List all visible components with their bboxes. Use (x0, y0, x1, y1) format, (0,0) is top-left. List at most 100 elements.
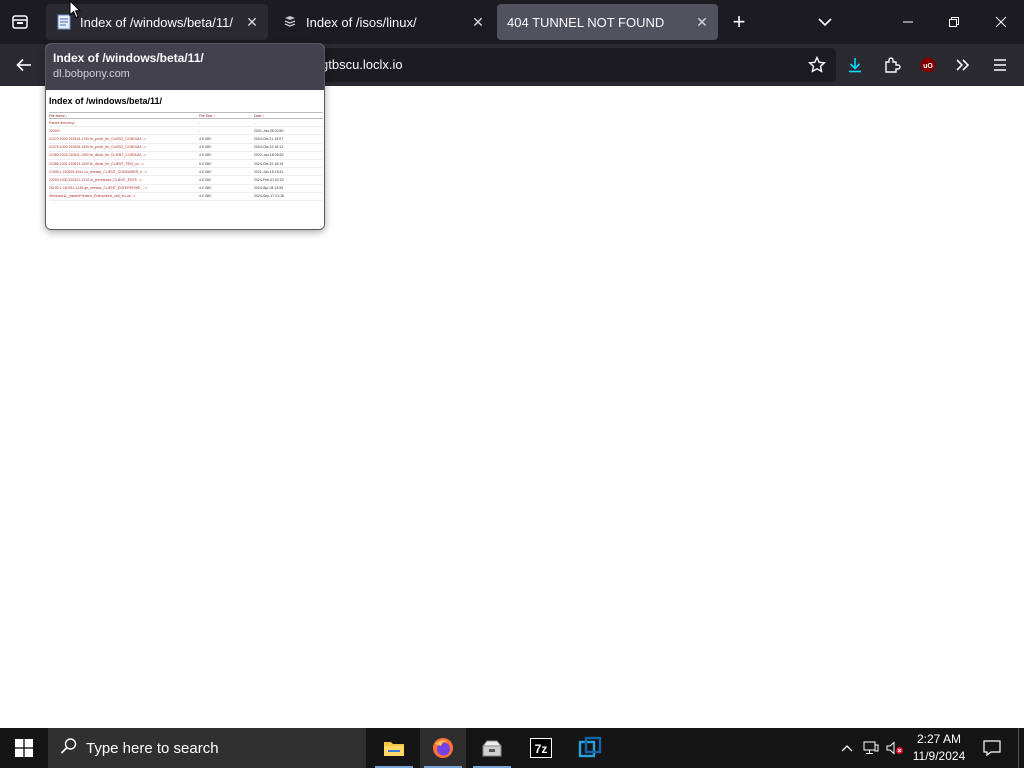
hamburger-icon (994, 59, 1006, 71)
firefox-view-icon (12, 15, 28, 29)
thumbnail-file-table: File Name ↓ File Size ↓ Date ↓ Parent di… (49, 112, 323, 201)
back-button[interactable] (8, 49, 40, 81)
file-date-cell: 2021-Jun-05 00:50 (254, 126, 323, 136)
bookmark-star-button[interactable] (801, 49, 833, 81)
list-all-tabs-button[interactable] (809, 6, 841, 38)
tab-title: 404 TUNNEL NOT FOUND (507, 14, 665, 30)
file-name-cell: 21996.1.210529-1541.co_release_CLIENT_CO… (49, 167, 199, 177)
address-bar-url: gtbscu.loclx.io (321, 57, 403, 72)
restore-button[interactable] (938, 6, 970, 38)
file-date-cell: 2024-Apr-04 13:50 (254, 184, 323, 193)
double-chevron-right-icon (956, 59, 970, 71)
minimize-button[interactable] (892, 6, 924, 38)
overflow-menu-button[interactable] (947, 49, 979, 81)
arrow-left-icon (16, 58, 31, 72)
volume-muted-icon (886, 741, 903, 755)
file-name-cell: 21370.1000.210516-1700.fe_prodr_fre_CLIE… (49, 134, 199, 144)
tab-title: Index of /windows/beta/11/ (80, 14, 233, 30)
thumbnail-heading: Index of /windows/beta/11/ (49, 96, 163, 106)
file-date-cell: 2024-Oct-22 18:19 (254, 159, 323, 169)
preview-thumbnail: Index of /windows/beta/11/ File Name ↓ F… (46, 90, 324, 229)
network-ethernet-icon (863, 741, 879, 754)
table-row: 21370.1000.210516-1700.fe_prodr_fre_CLIE… (49, 134, 323, 144)
ublock-origin-button[interactable]: uO (912, 49, 944, 81)
svg-text:7z: 7z (535, 742, 548, 756)
table-row: 21996.1.210529-1541.co_release_CLIENT_CO… (49, 167, 323, 177)
mouse-cursor (69, 0, 82, 24)
table-row: 21385.1002.210619-1900.fe_dlook_fre_CLIE… (49, 159, 323, 169)
page-stack-icon (282, 14, 298, 30)
file-name-cell: 22000/ (49, 126, 199, 136)
svg-text:uO: uO (923, 63, 933, 70)
show-hidden-icons-button[interactable] (836, 728, 858, 768)
close-window-button[interactable] (985, 6, 1017, 38)
preview-header: Index of /windows/beta/11/ dl.bobpony.co… (46, 44, 324, 90)
taskbar-clock[interactable]: 2:27 AM 11/9/2024 (908, 731, 970, 765)
file-date-cell: 2022-Jun-18 06:53 (254, 151, 323, 160)
new-tab-button[interactable]: + (723, 6, 755, 38)
file-name-cell: 22000.1000.220421-1312.ni_prerelease_CLI… (49, 175, 199, 185)
file-name-cell: Windows11_InsiderPreview_Enterprisevl_x6… (49, 192, 199, 201)
file-size-cell: 4.9 GiB (199, 151, 254, 160)
clock-date: 11/9/2024 (912, 749, 966, 763)
file-date-cell: 2024-Oct-22 18:12 (254, 143, 323, 152)
file-name-cell: 21380.1003.210611-1900.fe_dlook_fre_CLIE… (49, 151, 199, 160)
file-size-cell: 4.5 GiB (199, 143, 254, 152)
show-desktop-button[interactable] (1018, 728, 1024, 768)
tab-close-icon[interactable]: ✕ (466, 10, 490, 34)
plus-icon: + (732, 9, 746, 34)
volume-tray-button[interactable] (884, 728, 906, 768)
clock-time: 2:27 AM (916, 732, 962, 746)
notification-icon (983, 740, 1001, 756)
table-row: 21380.1003.210611-1900.fe_dlook_fre_CLIE… (49, 151, 323, 160)
restore-icon (949, 17, 959, 27)
search-icon (60, 737, 78, 759)
action-center-button[interactable] (976, 728, 1008, 768)
taskbar-app-virtualbox[interactable] (567, 728, 613, 768)
url-host: gtbscu.loclx.io (321, 57, 403, 72)
tab-close-icon[interactable]: ✕ (690, 10, 714, 34)
taskbar-app-firefox[interactable] (420, 728, 466, 768)
ublock-shield-icon: uO (920, 57, 936, 73)
taskbar-app-installer[interactable] (469, 728, 515, 768)
tab-close-icon[interactable]: ✕ (240, 10, 264, 34)
preview-domain: dl.bobpony.com (53, 68, 130, 80)
windows-taskbar: Type here to search 7z 2:27 AM 11/9/2024 (0, 728, 1024, 768)
taskbar-app-7-zip[interactable]: 7z (518, 728, 564, 768)
file-name-cell: 21385.1002.210619-1900.fe_dlook_fre_CLIE… (49, 159, 199, 169)
file-size-cell: 4.5 GiB (199, 134, 254, 144)
puzzle-icon (885, 57, 901, 73)
download-icon (849, 58, 861, 73)
table-row: Parent directory/- - (49, 118, 323, 128)
file-size-cell: - (199, 118, 254, 128)
chevron-down-icon (818, 18, 832, 27)
7-zip-icon: 7z (530, 738, 552, 758)
file-size-cell: 4.2 GiB (199, 192, 254, 201)
file-date-cell: 2024-Feb-01 02:02 (254, 175, 323, 185)
file-date-cell: 2024-Sep-17 21:16 (254, 192, 323, 201)
start-button[interactable] (0, 728, 48, 768)
tab-isos-linux[interactable]: Index of /isos/linux/ ✕ (272, 4, 494, 40)
file-name-cell: Parent directory/ (49, 118, 199, 128)
table-row: 26100.1.240331-1435.ge_release_CLIENT_EN… (49, 184, 323, 193)
extensions-button[interactable] (876, 49, 908, 81)
taskbar-app-file-explorer[interactable] (371, 728, 417, 768)
preview-title: Index of /windows/beta/11/ (53, 51, 204, 65)
windows-logo-icon (15, 739, 33, 757)
file-name-cell: 26100.1.240331-1435.ge_release_CLIENT_EN… (49, 184, 199, 193)
firefox-icon (433, 738, 453, 758)
table-row: Windows11_InsiderPreview_Enterprisevl_x6… (49, 192, 323, 201)
network-tray-button[interactable] (860, 728, 882, 768)
app-installer-icon (481, 740, 503, 757)
taskbar-search-box[interactable]: Type here to search (48, 728, 366, 768)
file-date-cell: - (254, 118, 323, 128)
table-row: 21376.1000.210526-1900.fe_prodr_fre_CLIE… (49, 143, 323, 152)
downloads-button[interactable] (839, 49, 871, 81)
file-size-cell: 4.5 GiB (199, 167, 254, 177)
app-menu-button[interactable] (984, 49, 1016, 81)
tab-hover-preview: Index of /windows/beta/11/ dl.bobpony.co… (45, 43, 325, 230)
file-date-cell: 2024-Oct-21 15:07 (254, 134, 323, 144)
firefox-view-button[interactable] (4, 6, 36, 38)
chevron-up-icon (841, 745, 853, 752)
tab-404-tunnel[interactable]: 404 TUNNEL NOT FOUND ✕ (497, 4, 718, 40)
